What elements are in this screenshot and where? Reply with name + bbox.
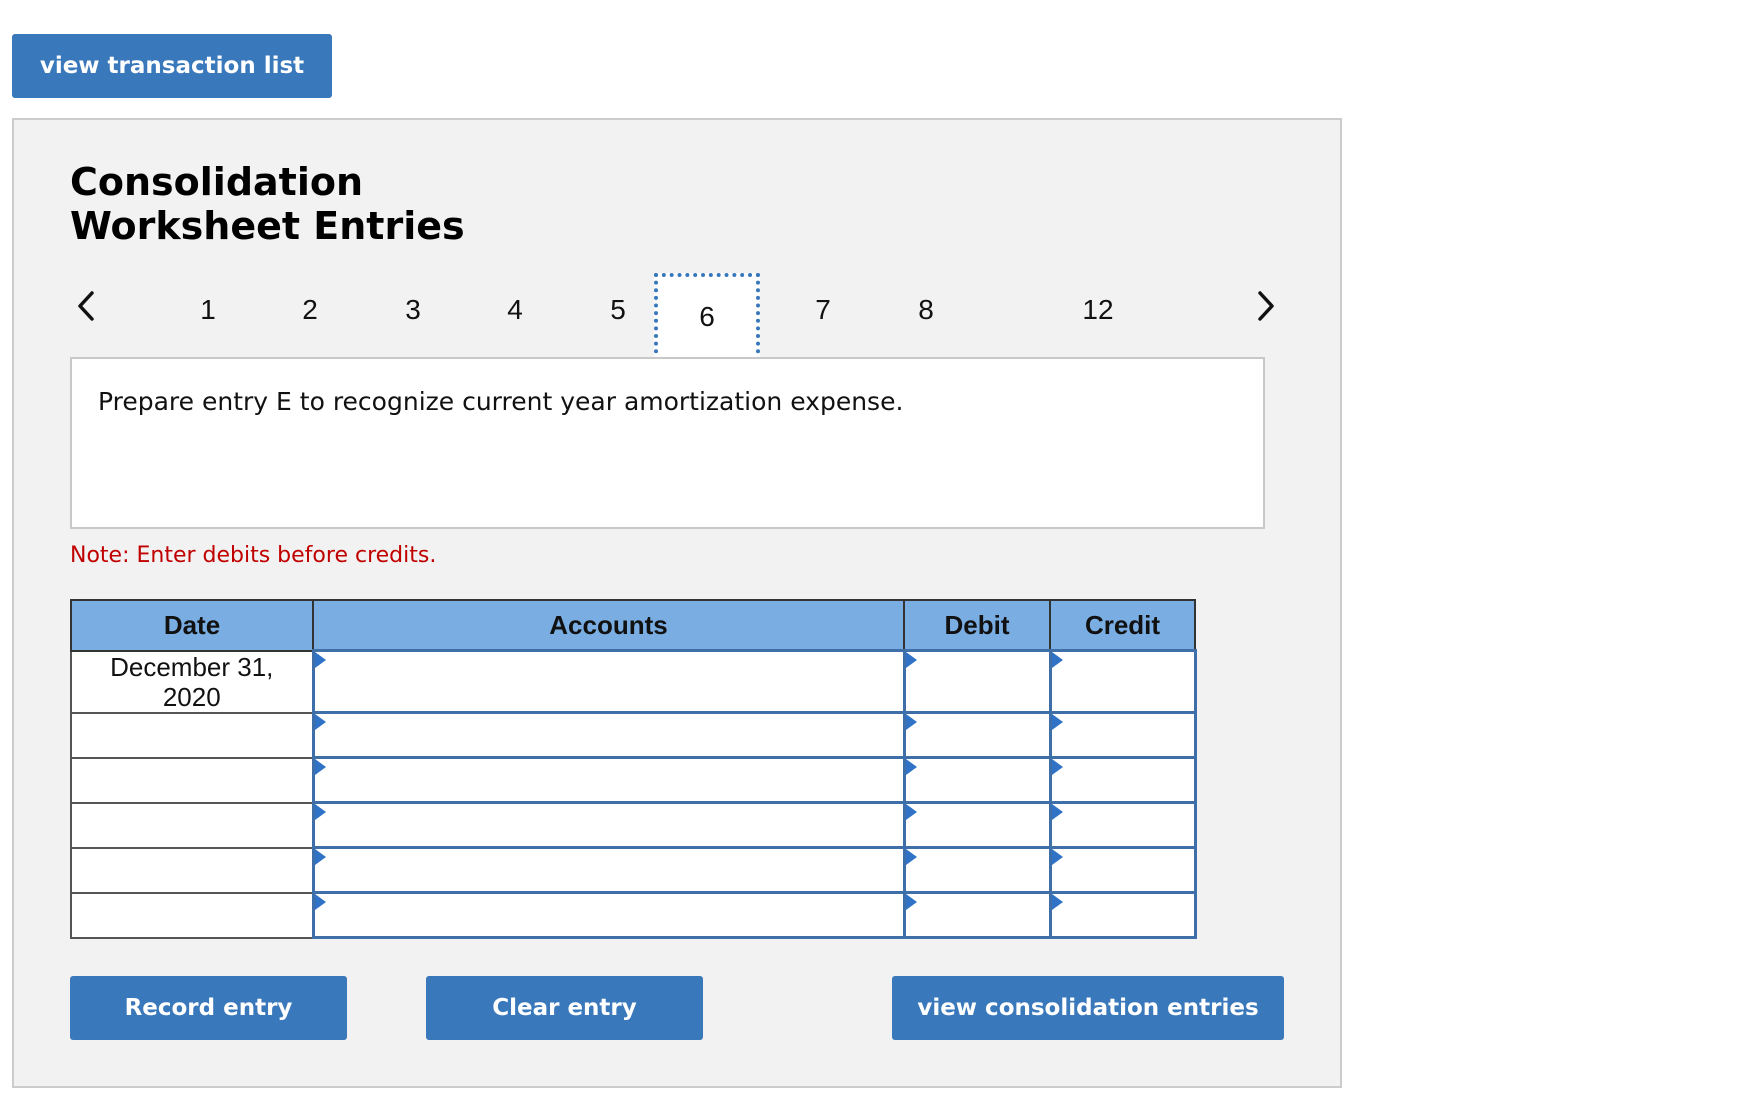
dropdown-indicator-icon bbox=[1051, 714, 1063, 730]
credit-cell[interactable] bbox=[1048, 711, 1197, 759]
page-tab-5[interactable]: 5 bbox=[588, 280, 648, 340]
chevron-left-icon[interactable] bbox=[68, 284, 104, 328]
dropdown-indicator-icon bbox=[1051, 652, 1063, 668]
date-cell bbox=[70, 801, 314, 849]
dropdown-indicator-icon bbox=[314, 849, 326, 865]
debit-cell[interactable] bbox=[902, 649, 1052, 714]
table-row bbox=[70, 891, 1197, 939]
date-cell bbox=[70, 711, 314, 759]
credit-input[interactable] bbox=[1051, 894, 1194, 936]
page-tab-1[interactable]: 1 bbox=[178, 280, 238, 340]
table-row bbox=[70, 801, 1197, 849]
dropdown-indicator-icon bbox=[1051, 804, 1063, 820]
dropdown-indicator-icon bbox=[314, 714, 326, 730]
account-input[interactable] bbox=[314, 849, 903, 891]
page-tab-8[interactable]: 8 bbox=[896, 280, 956, 340]
debit-input[interactable] bbox=[905, 804, 1049, 846]
credit-input[interactable] bbox=[1051, 714, 1194, 756]
page-tab-6-active[interactable]: 6 bbox=[654, 273, 760, 361]
dropdown-indicator-icon bbox=[314, 894, 326, 910]
account-cell[interactable] bbox=[311, 891, 906, 939]
dropdown-indicator-icon bbox=[1051, 849, 1063, 865]
debit-cell[interactable] bbox=[902, 801, 1052, 849]
credit-cell[interactable] bbox=[1048, 649, 1197, 714]
account-cell[interactable] bbox=[311, 649, 906, 714]
account-input[interactable] bbox=[314, 804, 903, 846]
credit-input[interactable] bbox=[1051, 652, 1194, 711]
accounts-column-header: Accounts bbox=[312, 599, 905, 652]
page-tab-4[interactable]: 4 bbox=[485, 280, 545, 340]
dropdown-indicator-icon bbox=[1051, 759, 1063, 775]
date-line-1: December 31, bbox=[110, 651, 274, 682]
page-tab-12[interactable]: 12 bbox=[1068, 280, 1128, 340]
clear-entry-button[interactable]: Clear entry bbox=[426, 976, 703, 1040]
page-tab-2[interactable]: 2 bbox=[280, 280, 340, 340]
date-line-2: 2020 bbox=[162, 681, 221, 712]
credit-input[interactable] bbox=[1051, 804, 1194, 846]
credit-cell[interactable] bbox=[1048, 756, 1197, 804]
view-consolidation-entries-button[interactable]: view consolidation entries bbox=[892, 976, 1284, 1040]
credit-column-header: Credit bbox=[1049, 599, 1196, 652]
credit-cell[interactable] bbox=[1048, 846, 1197, 894]
dropdown-indicator-icon bbox=[905, 849, 917, 865]
credit-cell[interactable] bbox=[1048, 801, 1197, 849]
debit-column-header: Debit bbox=[903, 599, 1051, 652]
dropdown-indicator-icon bbox=[905, 759, 917, 775]
credit-input[interactable] bbox=[1051, 759, 1194, 801]
date-cell bbox=[70, 846, 314, 894]
table-row bbox=[70, 711, 1197, 759]
debit-input[interactable] bbox=[905, 652, 1049, 711]
journal-entry-table: Date Accounts Debit Credit December 31, … bbox=[70, 599, 1197, 939]
page-tab-3[interactable]: 3 bbox=[383, 280, 443, 340]
dropdown-indicator-icon bbox=[905, 652, 917, 668]
dropdown-indicator-icon bbox=[905, 714, 917, 730]
dropdown-indicator-icon bbox=[905, 894, 917, 910]
debit-cell[interactable] bbox=[902, 711, 1052, 759]
date-cell: December 31, 2020 bbox=[70, 649, 314, 714]
debit-input[interactable] bbox=[905, 849, 1049, 891]
account-input[interactable] bbox=[314, 652, 903, 711]
chevron-right-icon[interactable] bbox=[1248, 284, 1284, 328]
view-transaction-list-button[interactable]: view transaction list bbox=[12, 34, 332, 98]
account-input[interactable] bbox=[314, 759, 903, 801]
debit-cell[interactable] bbox=[902, 891, 1052, 939]
debit-cell[interactable] bbox=[902, 846, 1052, 894]
date-cell bbox=[70, 756, 314, 804]
account-cell[interactable] bbox=[311, 711, 906, 759]
table-row bbox=[70, 756, 1197, 804]
credit-cell[interactable] bbox=[1048, 891, 1197, 939]
debit-input[interactable] bbox=[905, 714, 1049, 756]
debit-input[interactable] bbox=[905, 759, 1049, 801]
account-input[interactable] bbox=[314, 714, 903, 756]
account-cell[interactable] bbox=[311, 846, 906, 894]
title-line-2: Worksheet Entries bbox=[70, 204, 465, 248]
account-cell[interactable] bbox=[311, 756, 906, 804]
dropdown-indicator-icon bbox=[905, 804, 917, 820]
dropdown-indicator-icon bbox=[314, 652, 326, 668]
page-title: Consolidation Worksheet Entries bbox=[70, 160, 570, 248]
account-input[interactable] bbox=[314, 894, 903, 936]
record-entry-button[interactable]: Record entry bbox=[70, 976, 347, 1040]
note-text: Note: Enter debits before credits. bbox=[70, 543, 437, 568]
table-row: December 31, 2020 bbox=[70, 649, 1197, 714]
debit-input[interactable] bbox=[905, 894, 1049, 936]
account-cell[interactable] bbox=[311, 801, 906, 849]
page-tab-7[interactable]: 7 bbox=[793, 280, 853, 340]
debit-cell[interactable] bbox=[902, 756, 1052, 804]
dropdown-indicator-icon bbox=[314, 804, 326, 820]
table-header-row: Date Accounts Debit Credit bbox=[70, 599, 1196, 652]
dropdown-indicator-icon bbox=[1051, 894, 1063, 910]
title-line-1: Consolidation bbox=[70, 160, 364, 204]
prompt-text: Prepare entry E to recognize current yea… bbox=[98, 387, 904, 416]
credit-input[interactable] bbox=[1051, 849, 1194, 891]
prompt-box: Prepare entry E to recognize current yea… bbox=[70, 357, 1265, 529]
date-cell bbox=[70, 891, 314, 939]
table-row bbox=[70, 846, 1197, 894]
date-column-header: Date bbox=[70, 599, 314, 652]
dropdown-indicator-icon bbox=[314, 759, 326, 775]
